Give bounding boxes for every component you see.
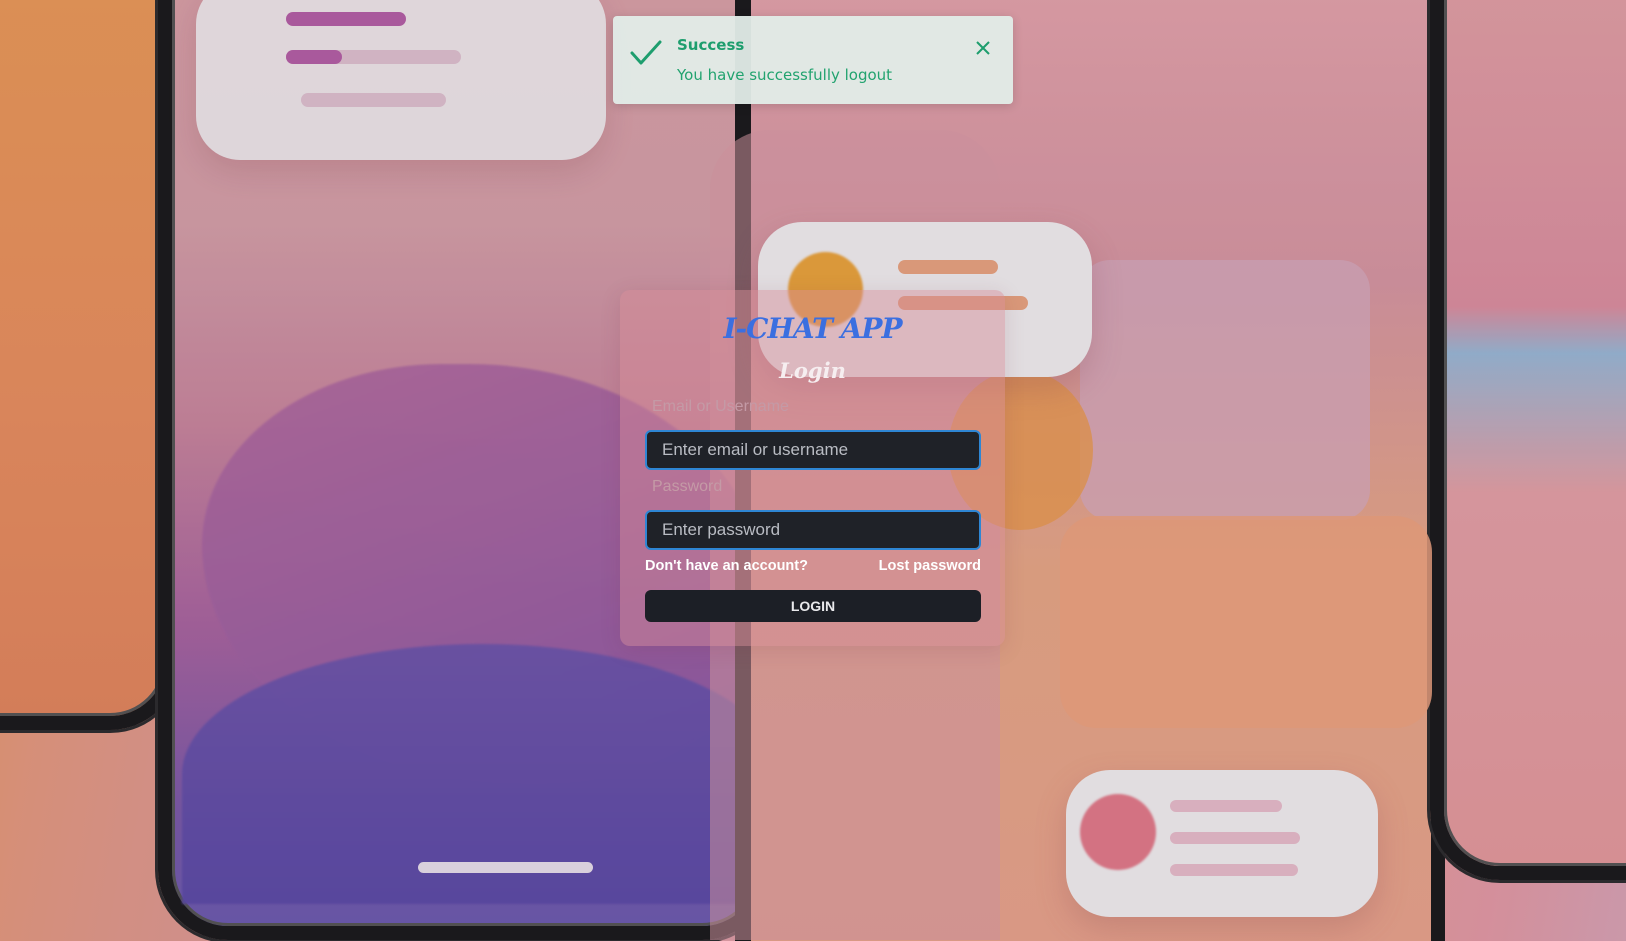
check-icon	[630, 40, 662, 65]
close-icon[interactable]	[973, 38, 993, 58]
app-title: I-CHAT APP	[723, 312, 902, 345]
toast-title: Success	[677, 36, 745, 54]
password-field[interactable]	[645, 510, 981, 550]
email-label: Email or Username	[652, 398, 789, 415]
lost-password-link[interactable]: Lost password	[879, 558, 981, 574]
signup-link[interactable]: Don't have an account?	[645, 558, 808, 574]
email-field[interactable]	[645, 430, 981, 470]
password-label: Password	[652, 478, 723, 495]
login-form: I-CHAT APP Login Email or Username Passw…	[620, 290, 1005, 646]
page-title: Login	[779, 358, 846, 383]
toast-message: You have successfully logout	[677, 66, 893, 84]
login-button[interactable]: LOGIN	[645, 590, 981, 622]
success-toast: Success You have successfully logout	[613, 16, 1013, 104]
